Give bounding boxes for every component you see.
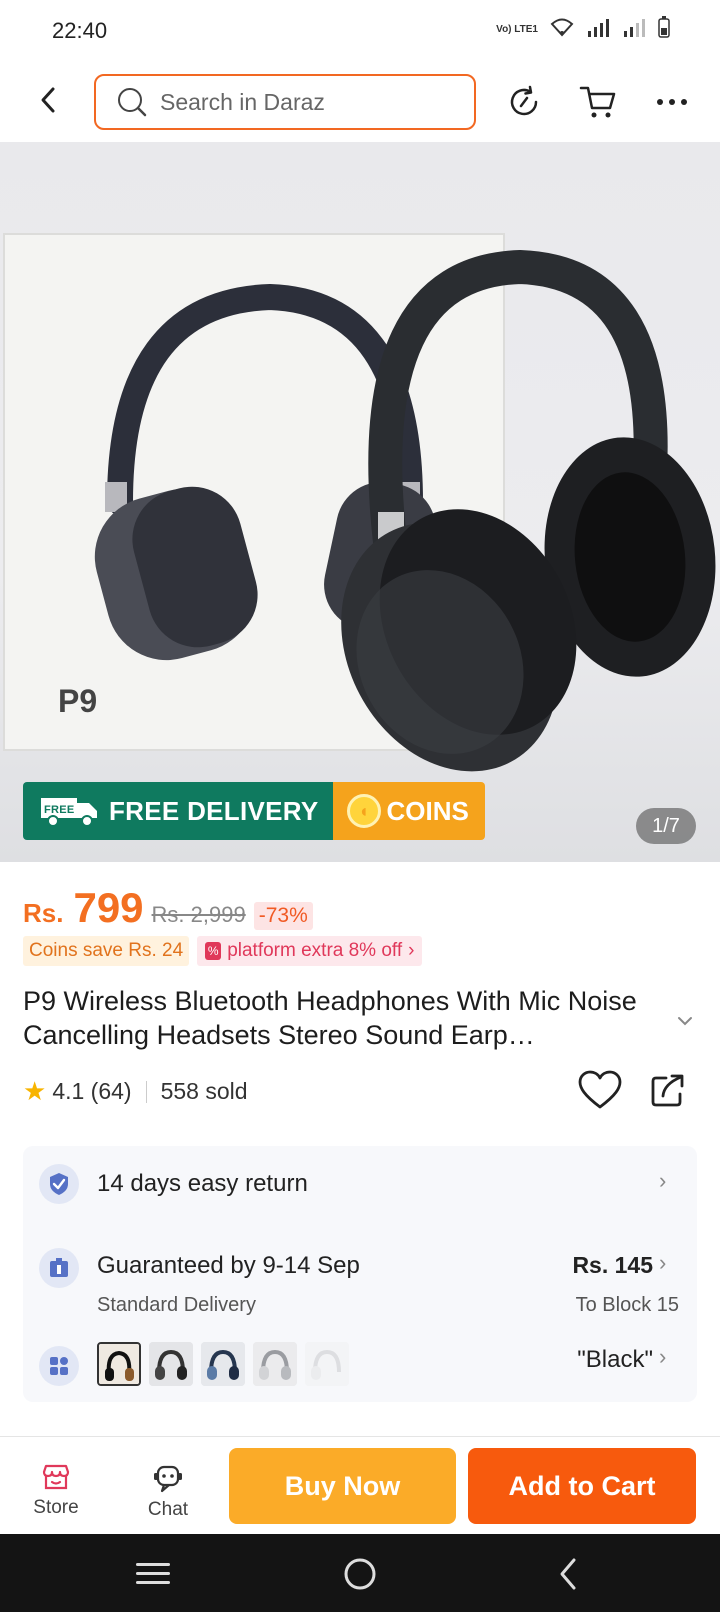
store-icon <box>42 1464 70 1490</box>
sold-count: 558 sold <box>160 1078 248 1104</box>
store-button[interactable]: Store <box>16 1463 96 1519</box>
delivery-type: Standard Delivery <box>97 1294 256 1316</box>
history-button[interactable] <box>502 80 546 124</box>
rating-row[interactable]: ★ 4.1 (64) 558 sold <box>23 1076 248 1107</box>
chat-icon <box>154 1465 182 1493</box>
cart-button[interactable] <box>576 80 620 124</box>
chevron-right-icon: › <box>659 1168 667 1193</box>
status-icons: Vo) LTE1 <box>496 16 670 43</box>
coins-label: COINS <box>386 795 469 826</box>
home-circle-icon <box>344 1558 376 1590</box>
wifi-icon <box>550 17 574 42</box>
battery-icon <box>658 16 670 43</box>
chevron-right-icon: › <box>659 1344 667 1369</box>
image-counter: 1/7 <box>636 808 696 844</box>
status-time: 22:40 <box>52 18 108 43</box>
status-bar: 22:40 Vo) LTE1 <box>0 0 720 62</box>
wishlist-button[interactable] <box>578 1070 622 1114</box>
variant-thumbnails <box>97 1342 349 1386</box>
more-button[interactable] <box>650 80 694 124</box>
share-icon <box>651 1074 684 1107</box>
menu-icon <box>136 1563 170 1584</box>
chat-label: Chat <box>147 1499 189 1520</box>
system-back-button[interactable] <box>548 1554 588 1594</box>
bottom-action-bar: Store Chat Buy Now Add to Cart <box>0 1436 720 1536</box>
variant-thumb-gray[interactable] <box>149 1342 193 1386</box>
search-icon <box>118 88 147 117</box>
search-input[interactable]: Search in Daraz <box>94 74 476 130</box>
history-icon <box>510 85 538 116</box>
rating-value: 4.1 (64) <box>52 1078 132 1104</box>
chat-button[interactable]: Chat <box>128 1463 208 1521</box>
delivery-row[interactable]: Guaranteed by 9-14 Sep Standard Delivery… <box>23 1238 697 1328</box>
chevron-down-icon <box>678 1017 692 1026</box>
signal-icon <box>586 17 610 42</box>
delivery-truck-icon: FREE <box>41 798 97 827</box>
box-model-label: P9 <box>58 683 97 719</box>
delivery-guarantee: Guaranteed by 9-14 Sep <box>97 1252 360 1279</box>
expand-title-button[interactable] <box>672 1008 698 1034</box>
price-currency: Rs. <box>23 898 64 928</box>
top-header: Search in Daraz <box>0 62 720 140</box>
platform-discount-tag[interactable]: % platform extra 8% off › <box>197 936 423 966</box>
share-button[interactable] <box>650 1072 690 1112</box>
discount-badge: -73% <box>253 902 313 930</box>
return-policy-row[interactable]: 14 days easy return › <box>23 1146 697 1222</box>
home-button[interactable] <box>340 1554 380 1594</box>
buy-now-button[interactable]: Buy Now <box>229 1448 456 1524</box>
price-row: Rs. 799 Rs. 2,999 -73% <box>23 884 313 932</box>
add-to-cart-button[interactable]: Add to Cart <box>468 1448 696 1524</box>
product-photo: P9 <box>3 233 716 772</box>
delivery-location: To Block 15 <box>575 1294 679 1316</box>
current-price: 799 <box>73 884 144 931</box>
heart-icon <box>578 1070 622 1109</box>
star-icon: ★ <box>23 1076 47 1106</box>
svg-text:FREE: FREE <box>44 804 75 816</box>
store-label: Store <box>33 1497 79 1518</box>
search-placeholder: Search in Daraz <box>160 88 325 115</box>
selected-variant: "Black" <box>577 1346 653 1373</box>
back-chevron-icon <box>560 1558 576 1590</box>
variant-thumb-silver[interactable] <box>305 1342 349 1386</box>
volte-icon: Vo) LTE1 <box>496 23 538 35</box>
chevron-right-icon: › <box>408 940 415 961</box>
variants-grid-icon <box>39 1346 79 1386</box>
chevron-right-icon: › <box>659 1250 667 1275</box>
promo-banner: FREE FREE DELIVERY ◖ COINS <box>23 782 485 840</box>
service-card: 14 days easy return › Guaranteed by 9-14… <box>23 1146 697 1402</box>
free-delivery-badge: FREE FREE DELIVERY <box>23 782 333 840</box>
product-image-gallery[interactable]: P9 FREE FREE DELIVERY ◖ COINS 1/7 <box>0 142 720 862</box>
coins-badge: ◖ COINS <box>332 782 485 840</box>
free-delivery-label: FREE DELIVERY <box>109 795 319 826</box>
back-arrow-icon <box>41 87 55 113</box>
product-title: P9 Wireless Bluetooth Headphones With Mi… <box>23 986 637 1050</box>
cart-icon <box>579 86 616 118</box>
coins-save-tag: Coins save Rs. 24 <box>23 936 190 966</box>
voucher-icon: % <box>205 942 222 960</box>
signal-icon-2 <box>622 17 646 42</box>
delivery-box-icon <box>39 1248 79 1288</box>
back-button[interactable] <box>30 80 66 120</box>
variant-thumb-black[interactable] <box>97 1342 141 1386</box>
delivery-price: Rs. 145 <box>572 1252 653 1278</box>
variant-thumb-blue[interactable] <box>201 1342 245 1386</box>
divider <box>145 1080 147 1103</box>
recent-apps-button[interactable] <box>133 1554 173 1594</box>
more-icon <box>657 99 687 105</box>
original-price: Rs. 2,999 <box>151 902 246 927</box>
system-nav-bar <box>0 1534 720 1612</box>
return-policy-text: 14 days easy return <box>97 1170 308 1197</box>
platform-discount-label: platform extra 8% off <box>227 940 403 961</box>
variant-thumb-white[interactable] <box>253 1342 297 1386</box>
promo-tags: Coins save Rs. 24 % platform extra 8% of… <box>23 936 423 966</box>
shield-check-icon <box>39 1164 79 1204</box>
coin-icon: ◖ <box>346 794 381 828</box>
